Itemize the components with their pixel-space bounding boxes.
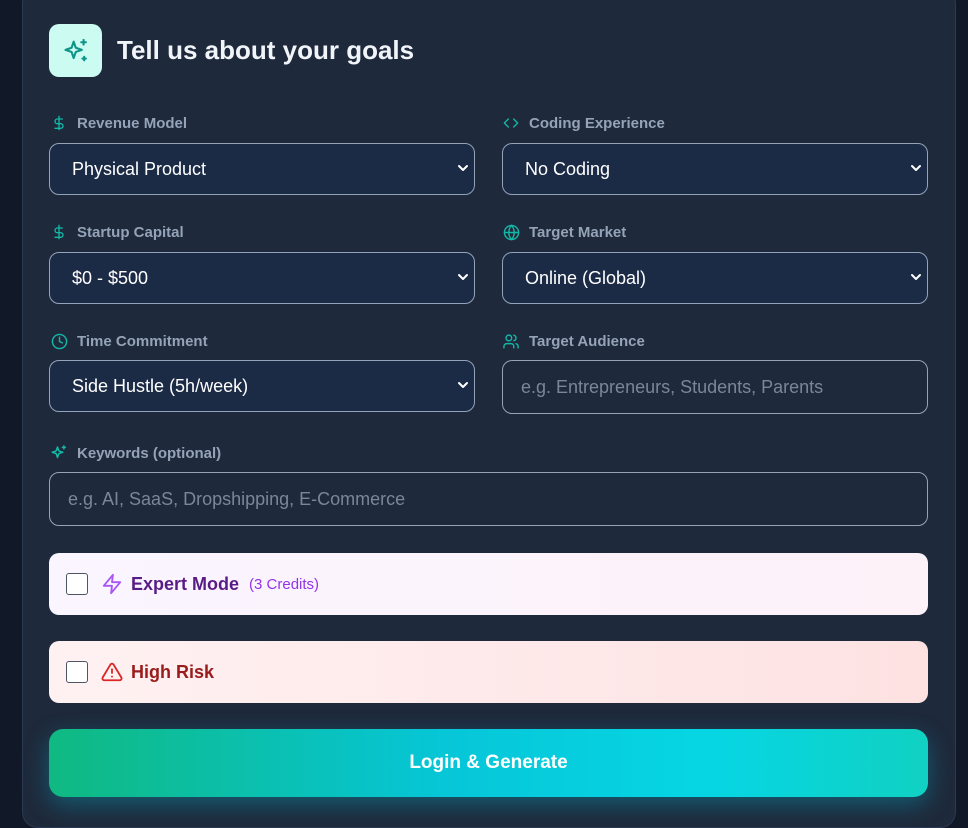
clock-icon [50, 332, 68, 350]
coding-experience-select[interactable]: No Coding [502, 143, 928, 195]
time-commitment-value: Side Hustle (5h/week) [72, 375, 249, 396]
expert-mode-option[interactable]: Expert Mode (3 Credits) [49, 553, 928, 615]
keywords-placeholder: e.g. AI, SaaS, Dropshipping, E-Commerce [68, 488, 406, 509]
login-generate-label: Login & Generate [409, 752, 568, 773]
coding-experience-label: Coding Experience [502, 114, 665, 132]
expert-mode-label: Expert Mode [131, 573, 240, 594]
expert-mode-credits: (3 Credits) [249, 575, 320, 593]
target-market-select[interactable]: Online (Global) [502, 252, 928, 304]
high-risk-checkbox[interactable] [66, 661, 88, 683]
chevron-down-icon [458, 165, 468, 171]
globe-icon [502, 223, 520, 241]
target-market-label-text: Target Market [529, 223, 627, 241]
startup-capital-select[interactable]: $0 - $500 [49, 252, 475, 304]
chevron-down-icon [458, 382, 468, 388]
sparkles-icon [49, 24, 102, 77]
target-market-label: Target Market [502, 223, 626, 241]
warning-triangle-icon [101, 661, 123, 683]
keywords-label: Keywords (optional) [50, 444, 221, 462]
target-market-value: Online (Global) [525, 267, 647, 288]
keywords-input[interactable]: e.g. AI, SaaS, Dropshipping, E-Commerce [49, 472, 928, 526]
startup-capital-value: $0 - $500 [72, 267, 149, 288]
users-icon [502, 332, 520, 350]
high-risk-option[interactable]: High Risk [49, 641, 928, 703]
dollar-icon [50, 223, 68, 241]
target-audience-placeholder: e.g. Entrepreneurs, Students, Parents [521, 376, 824, 397]
revenue-model-label: Revenue Model [50, 114, 187, 132]
chevron-down-icon [911, 274, 921, 280]
high-risk-label: High Risk [131, 661, 215, 682]
chevron-down-icon [911, 165, 921, 171]
coding-experience-label-text: Coding Experience [529, 114, 665, 132]
revenue-model-label-text: Revenue Model [77, 114, 188, 132]
dollar-icon [50, 114, 68, 132]
target-audience-input[interactable]: e.g. Entrepreneurs, Students, Parents [502, 360, 928, 414]
page-title: Tell us about your goals [117, 35, 415, 65]
revenue-model-select[interactable]: Physical Product [49, 143, 475, 195]
startup-capital-label-text: Startup Capital [77, 223, 184, 241]
time-commitment-label-text: Time Commitment [77, 332, 208, 350]
chevron-down-icon [458, 274, 468, 280]
expert-mode-checkbox[interactable] [66, 573, 88, 595]
startup-capital-label: Startup Capital [50, 223, 184, 241]
time-commitment-label: Time Commitment [50, 332, 208, 350]
form-header: Tell us about your goals [49, 24, 414, 77]
coding-experience-value: No Coding [525, 158, 611, 179]
sparkles-icon [50, 444, 68, 462]
target-audience-label: Target Audience [502, 332, 645, 350]
time-commitment-select[interactable]: Side Hustle (5h/week) [49, 360, 475, 412]
target-audience-label-text: Target Audience [529, 332, 645, 350]
revenue-model-value: Physical Product [72, 158, 207, 179]
code-icon [502, 114, 520, 132]
zap-icon [101, 573, 123, 595]
keywords-label-text: Keywords (optional) [77, 444, 222, 462]
login-generate-button[interactable]: Login & Generate [49, 729, 928, 797]
